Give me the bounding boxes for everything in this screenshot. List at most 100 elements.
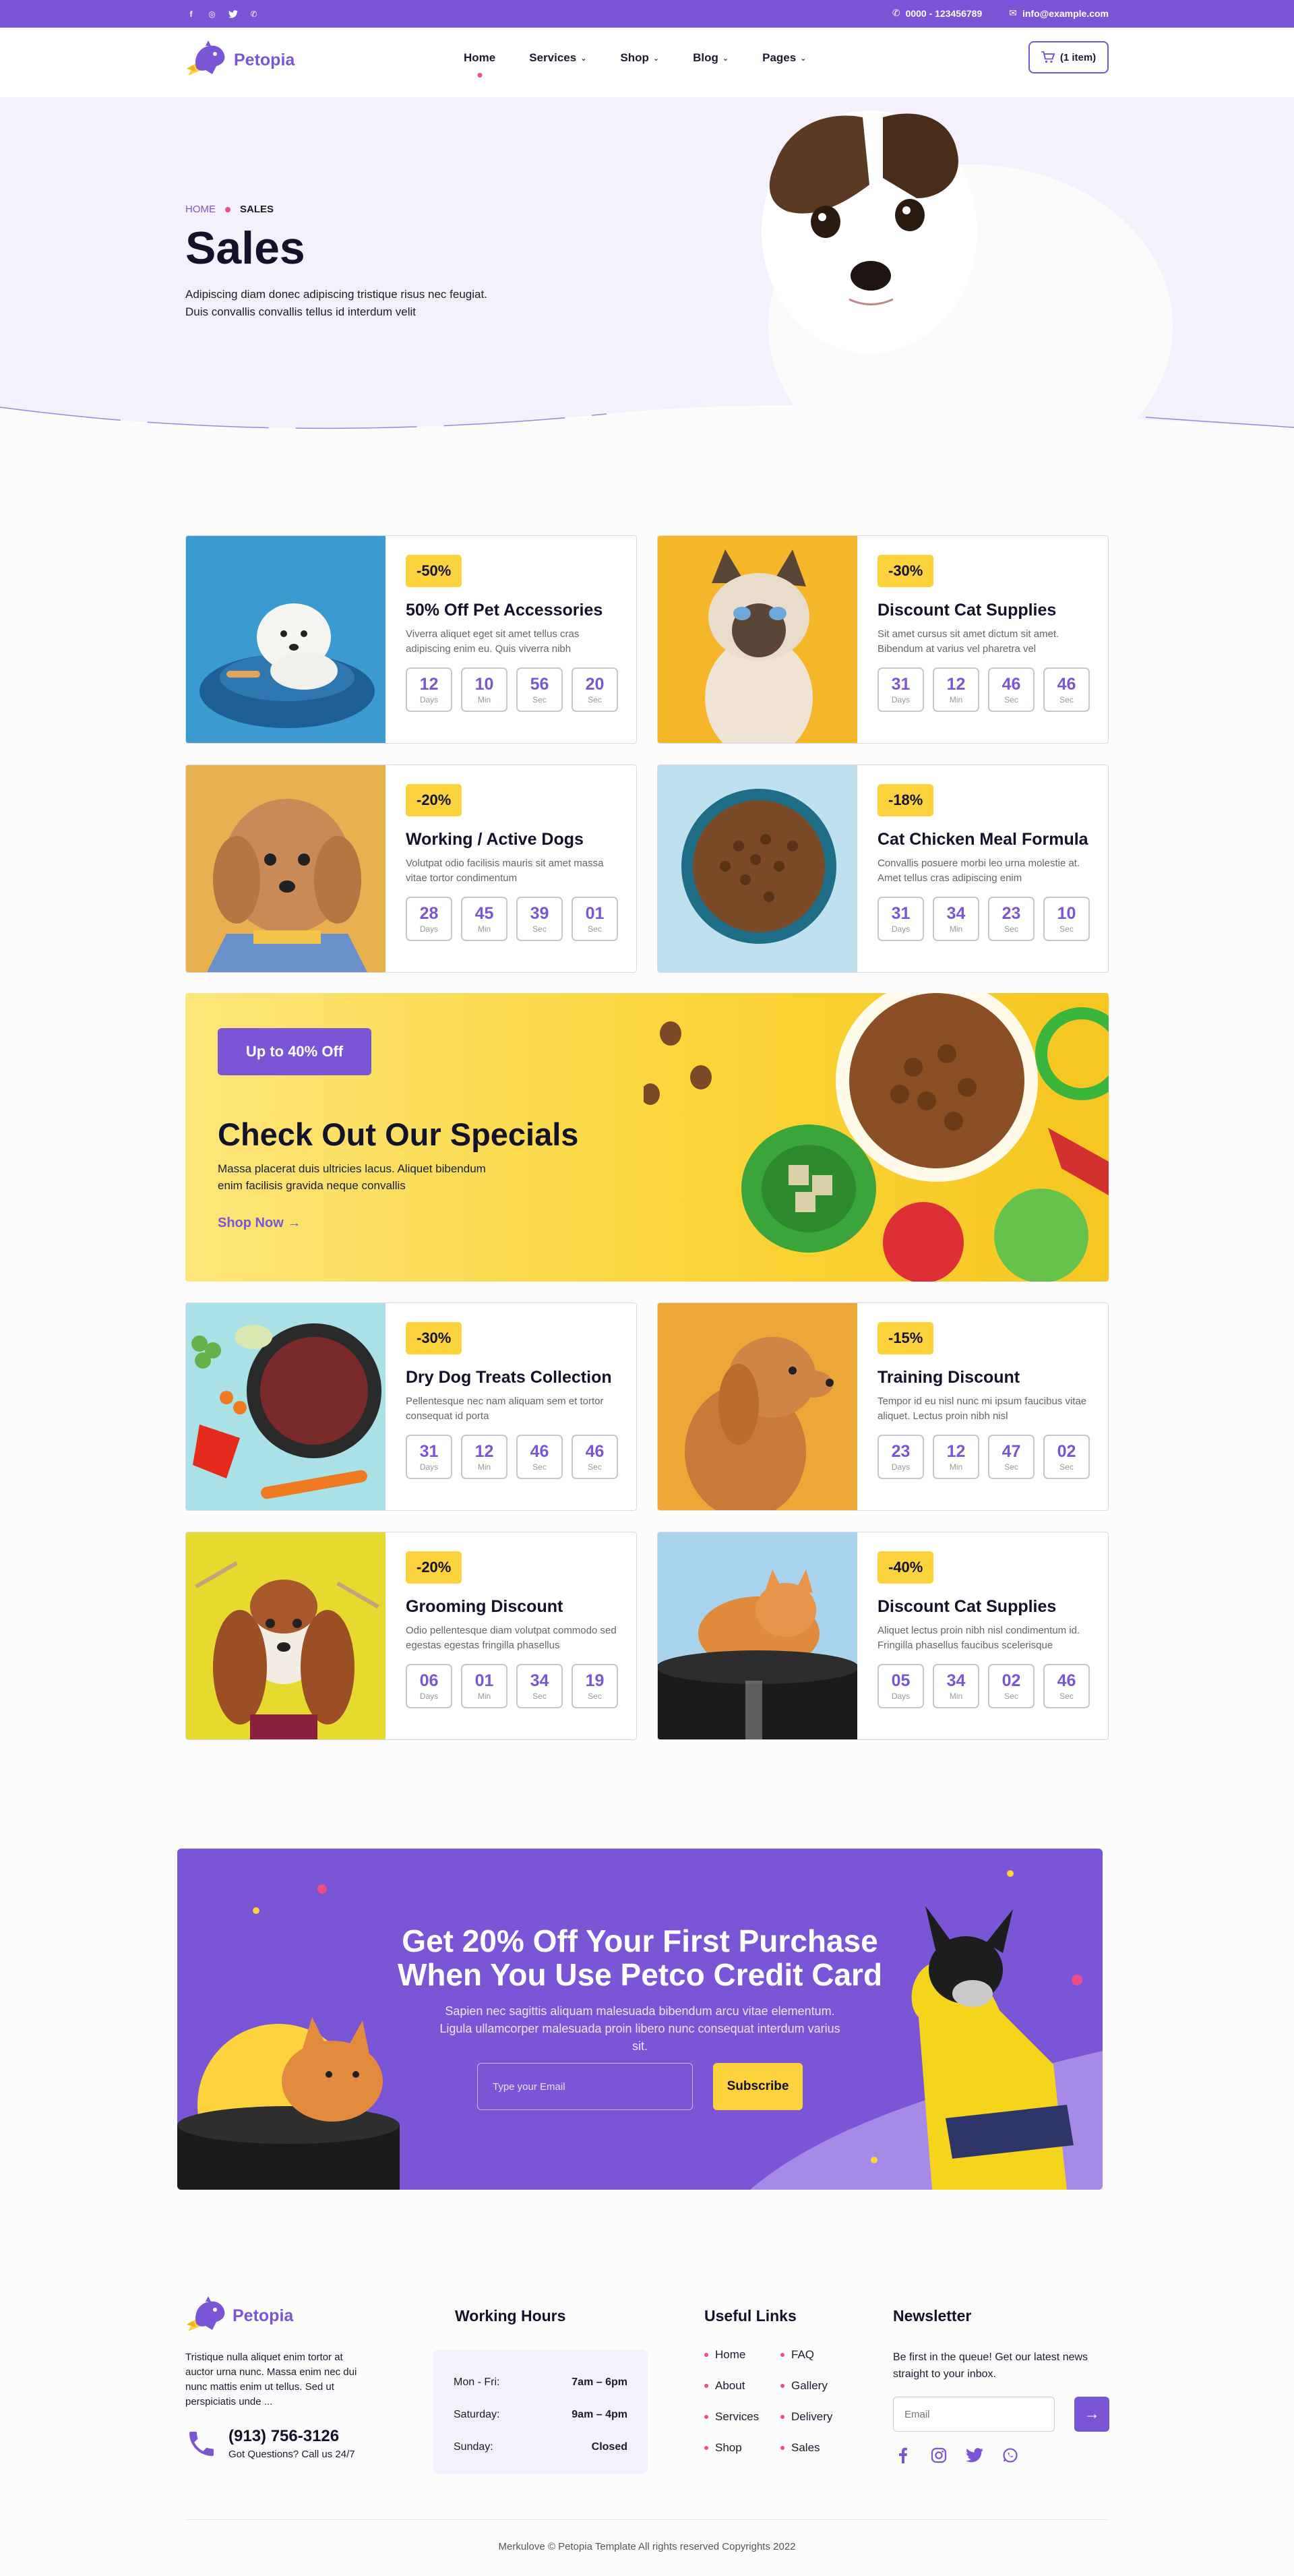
phone-icon	[189, 2431, 214, 2456]
timer-value: 10	[474, 675, 494, 694]
whatsapp-icon[interactable]: ✆	[248, 8, 259, 20]
sale-card-title[interactable]: Cat Chicken Meal Formula	[877, 830, 1093, 849]
site-footer: Petopia Tristique nulla aliquet enim tor…	[0, 2279, 1294, 2576]
footer-link-label: About	[715, 2379, 745, 2392]
timer-value: 01	[585, 904, 605, 923]
footer-link-shop[interactable]: Shop	[704, 2441, 780, 2455]
sale-card[interactable]: -15% Training Discount Tempor id eu nisl…	[657, 1302, 1109, 1511]
twitter-icon[interactable]	[964, 2445, 984, 2465]
facebook-icon[interactable]	[893, 2445, 913, 2465]
twitter-icon[interactable]	[227, 8, 239, 20]
nav-services[interactable]: Services ⌄	[529, 51, 586, 65]
promo-banner: Get 20% Off Your First Purchase When You …	[177, 1849, 1103, 2190]
sale-card[interactable]: -50% 50% Off Pet Accessories Viverra ali…	[185, 535, 637, 744]
topbar-phone[interactable]: ✆ 0000 - 123456789	[892, 7, 982, 19]
sale-card-desc: Viverra aliquet eget sit amet tellus cra…	[406, 628, 580, 655]
timer-sec: 39 Sec	[516, 897, 563, 941]
cart-label: (1 item)	[1059, 51, 1097, 63]
timer-sec: 46 Sec	[1043, 1664, 1090, 1708]
footer-link-sales[interactable]: Sales	[780, 2441, 857, 2455]
nav-shop-label: Shop	[620, 51, 649, 64]
timer-unit: Days	[419, 695, 439, 705]
instagram-icon[interactable]: ◎	[206, 8, 218, 20]
sale-card-title[interactable]: Discount Cat Supplies	[877, 601, 1093, 620]
sale-card-title[interactable]: Discount Cat Supplies	[877, 1597, 1093, 1617]
cart-button[interactable]: (1 item)	[1028, 41, 1109, 73]
timer-unit: Days	[891, 924, 911, 934]
discount-badge: -50%	[406, 555, 462, 587]
breadcrumb-home[interactable]: HOME	[185, 204, 216, 215]
footer-link-home[interactable]: Home	[704, 2348, 780, 2362]
top-bar: f ◎ ✆ ✆ 0000 - 123456789 ✉ info@example.co…	[0, 0, 1294, 28]
footer-phone[interactable]: (913) 756-3126 Got Questions? Call us 24…	[185, 2427, 355, 2460]
sale-card[interactable]: -40% Discount Cat Supplies Aliquet lectu…	[657, 1532, 1109, 1740]
footer-link-about[interactable]: About	[704, 2379, 780, 2393]
nav-services-label: Services	[529, 51, 577, 64]
timer-days: 12 Days	[406, 667, 452, 712]
shop-now-link[interactable]: Shop Now →	[218, 1216, 301, 1231]
timer-unit: Min	[949, 1691, 963, 1701]
sale-card-title[interactable]: Training Discount	[877, 1368, 1093, 1387]
topbar-email[interactable]: ✉ info@example.com	[1009, 7, 1109, 19]
footer-logo[interactable]: Petopia	[185, 2296, 293, 2335]
topbar-contact: ✆ 0000 - 123456789 ✉ info@example.com	[892, 7, 1109, 19]
working-hours-box: Mon - Fri: 7am – 6pm Saturday: 9am – 4pm S…	[433, 2349, 648, 2474]
newsletter-email-input[interactable]	[893, 2397, 1055, 2432]
promo-email-input[interactable]	[477, 2063, 693, 2110]
sale-card-desc: Sit amet cursus sit amet dictum sit amet…	[877, 628, 1059, 655]
discount-badge: -20%	[406, 784, 462, 816]
nav-blog[interactable]: Blog ⌄	[693, 51, 729, 65]
footer-link-faq[interactable]: FAQ	[780, 2348, 857, 2362]
timer-min: 12 Min	[461, 1435, 507, 1479]
footer-link-delivery[interactable]: Delivery	[780, 2410, 857, 2424]
specials-discount-button[interactable]: Up to 40% Off	[218, 1028, 371, 1075]
nav-pages[interactable]: Pages ⌄	[762, 51, 806, 65]
bullet-dot	[780, 2446, 784, 2450]
breadcrumb-separator	[225, 206, 230, 212]
sale-card-image	[186, 1532, 386, 1739]
timer-sec: 46 Sec	[516, 1435, 563, 1479]
sale-card[interactable]: -20% Working / Active Dogs Volutpat odio…	[185, 765, 637, 973]
sale-card-body: -20% Grooming Discount Odio pellentesque…	[406, 1551, 621, 1708]
nav-shop[interactable]: Shop ⌄	[620, 51, 659, 65]
timer-unit: Sec	[1004, 924, 1018, 934]
hours-row: Mon - Fri: 7am – 6pm	[454, 2366, 627, 2399]
countdown-timer: 23 Days 12 Min 47 Sec 02 Sec	[877, 1435, 1093, 1479]
sale-card-image	[186, 765, 386, 972]
footer-link-services[interactable]: Services	[704, 2410, 780, 2424]
facebook-icon[interactable]: f	[185, 8, 197, 20]
sale-card-title[interactable]: Grooming Discount	[406, 1597, 621, 1617]
sale-card[interactable]: -30% Discount Cat Supplies Sit amet curs…	[657, 535, 1109, 744]
sale-card[interactable]: -20% Grooming Discount Odio pellentesque…	[185, 1532, 637, 1740]
sale-card-image	[658, 765, 857, 972]
topbar-social: f ◎ ✆	[185, 8, 259, 20]
timer-value: 46	[1057, 675, 1076, 694]
logo[interactable]: Petopia	[185, 40, 295, 80]
nav-pages-label: Pages	[762, 51, 797, 64]
promo-title: Get 20% Off Your First Purchase When You …	[177, 1924, 1103, 1991]
footer-phone-note: Got Questions? Call us 24/7	[228, 2449, 355, 2460]
timer-unit: Min	[477, 924, 491, 934]
sale-card-title[interactable]: Dry Dog Treats Collection	[406, 1368, 621, 1387]
timer-unit: Days	[891, 695, 911, 705]
timer-min: 34 Min	[933, 1664, 979, 1708]
instagram-icon[interactable]	[929, 2445, 948, 2465]
useful-links: Home FAQ About Gallery Services Delivery…	[704, 2348, 857, 2455]
timer-value: 46	[1002, 675, 1021, 694]
useful-links-heading: Useful Links	[704, 2307, 797, 2325]
sale-card-image	[186, 1303, 386, 1510]
newsletter-submit-button[interactable]: →	[1074, 2397, 1109, 2432]
sale-card-title[interactable]: Working / Active Dogs	[406, 830, 621, 849]
whatsapp-icon[interactable]	[1000, 2445, 1020, 2465]
breadcrumb-current: SALES	[240, 204, 274, 215]
sale-card[interactable]: -18% Cat Chicken Meal Formula Convallis …	[657, 765, 1109, 973]
nav-home[interactable]: Home	[464, 51, 495, 78]
footer-link-gallery[interactable]: Gallery	[780, 2379, 857, 2393]
subscribe-button[interactable]: Subscribe	[713, 2063, 803, 2110]
sale-card-title[interactable]: 50% Off Pet Accessories	[406, 601, 621, 620]
timer-value: 31	[891, 904, 911, 923]
sale-card-desc: Convallis posuere morbi leo urna molesti…	[877, 858, 1080, 884]
sale-card[interactable]: -30% Dry Dog Treats Collection Pellentes…	[185, 1302, 637, 1511]
timer-sec: 01 Sec	[572, 897, 618, 941]
footer-link-label: Sales	[791, 2441, 820, 2454]
